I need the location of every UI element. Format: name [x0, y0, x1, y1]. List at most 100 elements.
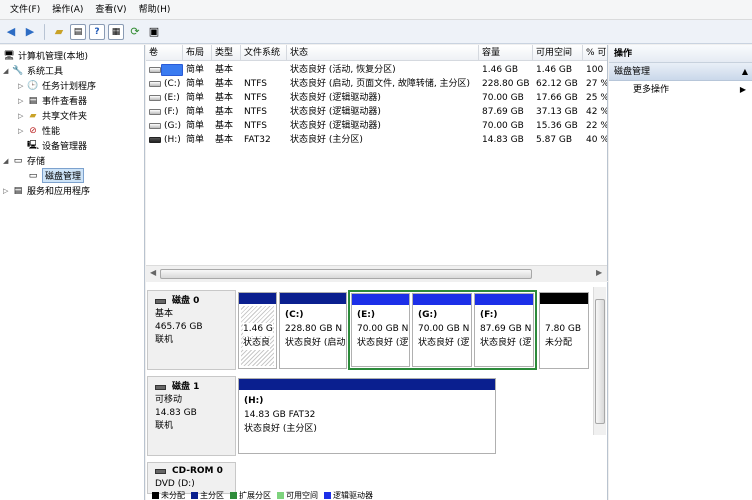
scroll-right-icon[interactable]: ▶ — [596, 268, 602, 277]
collapse-triangle-icon[interactable]: ◢ — [3, 67, 12, 75]
collapse-triangle-icon[interactable]: ◢ — [3, 157, 12, 165]
cell-layout: 简单 — [186, 65, 205, 75]
more-actions-item[interactable]: 更多操作 ▶ — [609, 81, 752, 99]
actions-section-disk-management[interactable]: 磁盘管理 ▲ — [609, 63, 752, 81]
cell-free: 62.12 GB — [536, 79, 578, 89]
refresh-icon[interactable]: ⟳ — [127, 24, 143, 40]
tree-disk-management[interactable]: ▭ 磁盘管理 — [27, 168, 85, 183]
legend-label: 可用空间 — [286, 491, 318, 500]
tree-task-scheduler[interactable]: ▷ 🕒 任务计划程序 — [18, 78, 96, 93]
cell-volume: (H:) — [164, 135, 181, 145]
cell-type: 基本 — [215, 65, 234, 75]
back-arrow-icon[interactable]: ◀ — [3, 24, 19, 40]
scroll-left-icon[interactable]: ◀ — [150, 268, 156, 277]
logical-drive-bar — [475, 294, 533, 305]
partition-f[interactable]: (F:) 87.69 GB N 状态良好 (逻 — [474, 293, 534, 367]
menu-action[interactable]: 操作(A) — [46, 0, 89, 20]
scrollbar-thumb[interactable] — [160, 269, 532, 279]
expand-triangle-icon[interactable]: ▷ — [18, 112, 27, 120]
disk0-type: 基本 — [155, 309, 174, 319]
cell-pct: 42 % — [586, 107, 608, 117]
cell-pct: 27 % — [586, 79, 608, 89]
cell-layout: 简单 — [186, 135, 205, 145]
expand-triangle-icon[interactable]: ▷ — [18, 97, 27, 105]
selected-volume-marker — [161, 64, 183, 76]
column-header-filesystem[interactable]: 文件系统 — [241, 45, 287, 61]
column-header-capacity[interactable]: 容量 — [479, 45, 533, 61]
partition-status: 状态良 — [243, 337, 271, 350]
column-header-status[interactable]: 状态 — [287, 45, 479, 61]
cell-volume: (C:) — [164, 79, 181, 89]
disk0-info[interactable]: 磁盘 0 基本 465.76 GB 联机 — [147, 290, 236, 370]
cell-type: 基本 — [215, 121, 234, 131]
partition-c[interactable]: (C:) 228.80 GB N 状态良好 (启动 — [279, 292, 347, 369]
column-header-free-space[interactable]: 可用空间 — [533, 45, 583, 61]
scrollbar-thumb[interactable] — [595, 299, 605, 424]
legend-label: 扩展分区 — [239, 491, 271, 500]
free-space-swatch — [277, 492, 284, 499]
partition-unallocated[interactable]: 7.80 GB 未分配 — [539, 292, 589, 369]
expand-triangle-icon[interactable]: ▷ — [18, 127, 27, 135]
cell-fs — [241, 63, 244, 77]
tree-storage[interactable]: ◢ ▭ 存储 — [3, 153, 45, 168]
partition-label: (C:) — [285, 310, 304, 320]
partition-status: 未分配 — [545, 338, 573, 348]
partition-label: (G:) — [418, 310, 438, 320]
tree-root[interactable]: 🖥 计算机管理(本地) — [3, 48, 88, 63]
primary-partition-bar — [239, 293, 276, 304]
navigation-tree: 🖥 计算机管理(本地) ◢ 🔧 系统工具 ▷ 🕒 任务计划程序 ▷ ▤ 事件查看… — [0, 45, 145, 500]
cell-status: 状态良好 (逻辑驱动器) — [290, 93, 381, 103]
tree-services-apps[interactable]: ▷ ▤ 服务和应用程序 — [3, 183, 90, 198]
column-header-type[interactable]: 类型 — [212, 45, 241, 61]
tree-event-viewer[interactable]: ▷ ▤ 事件查看器 — [18, 93, 87, 108]
show-hide-tree-icon[interactable]: ▤ — [70, 23, 86, 40]
partition-g[interactable]: (G:) 70.00 GB N 状态良好 (逻 — [412, 293, 472, 367]
disk-graphical-view: 磁盘 0 基本 465.76 GB 联机 1.46 G 状态良 (C:) 228… — [146, 282, 608, 500]
expand-triangle-icon[interactable]: ▷ — [3, 187, 12, 195]
cell-pct: 40 % — [586, 135, 608, 145]
disk1-info[interactable]: 磁盘 1 可移动 14.83 GB 联机 — [147, 376, 236, 456]
up-folder-icon[interactable]: ▰ — [51, 24, 67, 40]
cell-layout: 简单 — [186, 121, 205, 131]
list-view-icon[interactable]: ▦ — [108, 23, 124, 40]
partition-status: 状态良好 (启动 — [285, 338, 346, 348]
tree-system-tools[interactable]: ◢ 🔧 系统工具 — [3, 63, 63, 78]
cell-fs: FAT32 — [244, 135, 271, 145]
partition-e[interactable]: (E:) 70.00 GB N 状态良好 (逻 — [351, 293, 410, 367]
cell-fs: NTFS — [244, 79, 267, 89]
cell-capacity: 1.46 GB — [482, 65, 519, 75]
cell-pct: 22 % — [586, 121, 608, 131]
cell-free: 15.36 GB — [536, 121, 578, 131]
export-icon[interactable]: ▣ — [146, 24, 162, 40]
column-header-volume[interactable]: 卷 — [146, 45, 183, 61]
vertical-scrollbar[interactable] — [593, 287, 606, 435]
shared-folder-icon: ▰ — [29, 110, 37, 121]
partition-recovery[interactable]: 1.46 G 状态良 — [238, 292, 277, 369]
menu-help[interactable]: 帮助(H) — [133, 0, 177, 20]
tree-device-manager[interactable]: 🖳 设备管理器 — [27, 138, 87, 153]
cell-layout: 简单 — [186, 107, 205, 117]
menu-view[interactable]: 查看(V) — [89, 0, 132, 20]
partition-size: 87.69 GB N — [480, 324, 532, 334]
primary-partition-bar — [239, 379, 495, 390]
cell-type: 基本 — [215, 107, 234, 117]
cell-capacity: 70.00 GB — [482, 121, 524, 131]
column-header-layout[interactable]: 布局 — [183, 45, 212, 61]
cell-capacity: 228.80 GB — [482, 79, 530, 89]
cell-free: 5.87 GB — [536, 135, 573, 145]
tree-performance[interactable]: ▷ ⊘ 性能 — [18, 123, 60, 138]
forward-arrow-icon[interactable]: ▶ — [22, 24, 38, 40]
tree-shared-folders[interactable]: ▷ ▰ 共享文件夹 — [18, 108, 87, 123]
horizontal-scrollbar[interactable]: ◀ ▶ — [146, 265, 607, 281]
collapse-up-icon[interactable]: ▲ — [742, 63, 748, 81]
logical-swatch — [324, 492, 331, 499]
help-icon[interactable]: ? — [89, 23, 105, 40]
column-header-percent-free[interactable]: % 可 — [583, 45, 607, 61]
cell-capacity: 14.83 GB — [482, 135, 524, 145]
cell-fs: NTFS — [244, 93, 267, 103]
expand-triangle-icon[interactable]: ▷ — [18, 82, 27, 90]
actions-header: 操作 — [609, 45, 752, 63]
menu-file[interactable]: 文件(F) — [4, 0, 46, 20]
logical-drive-bar — [413, 294, 471, 305]
partition-h[interactable]: (H:) 14.83 GB FAT32 状态良好 (主分区) — [238, 378, 496, 454]
